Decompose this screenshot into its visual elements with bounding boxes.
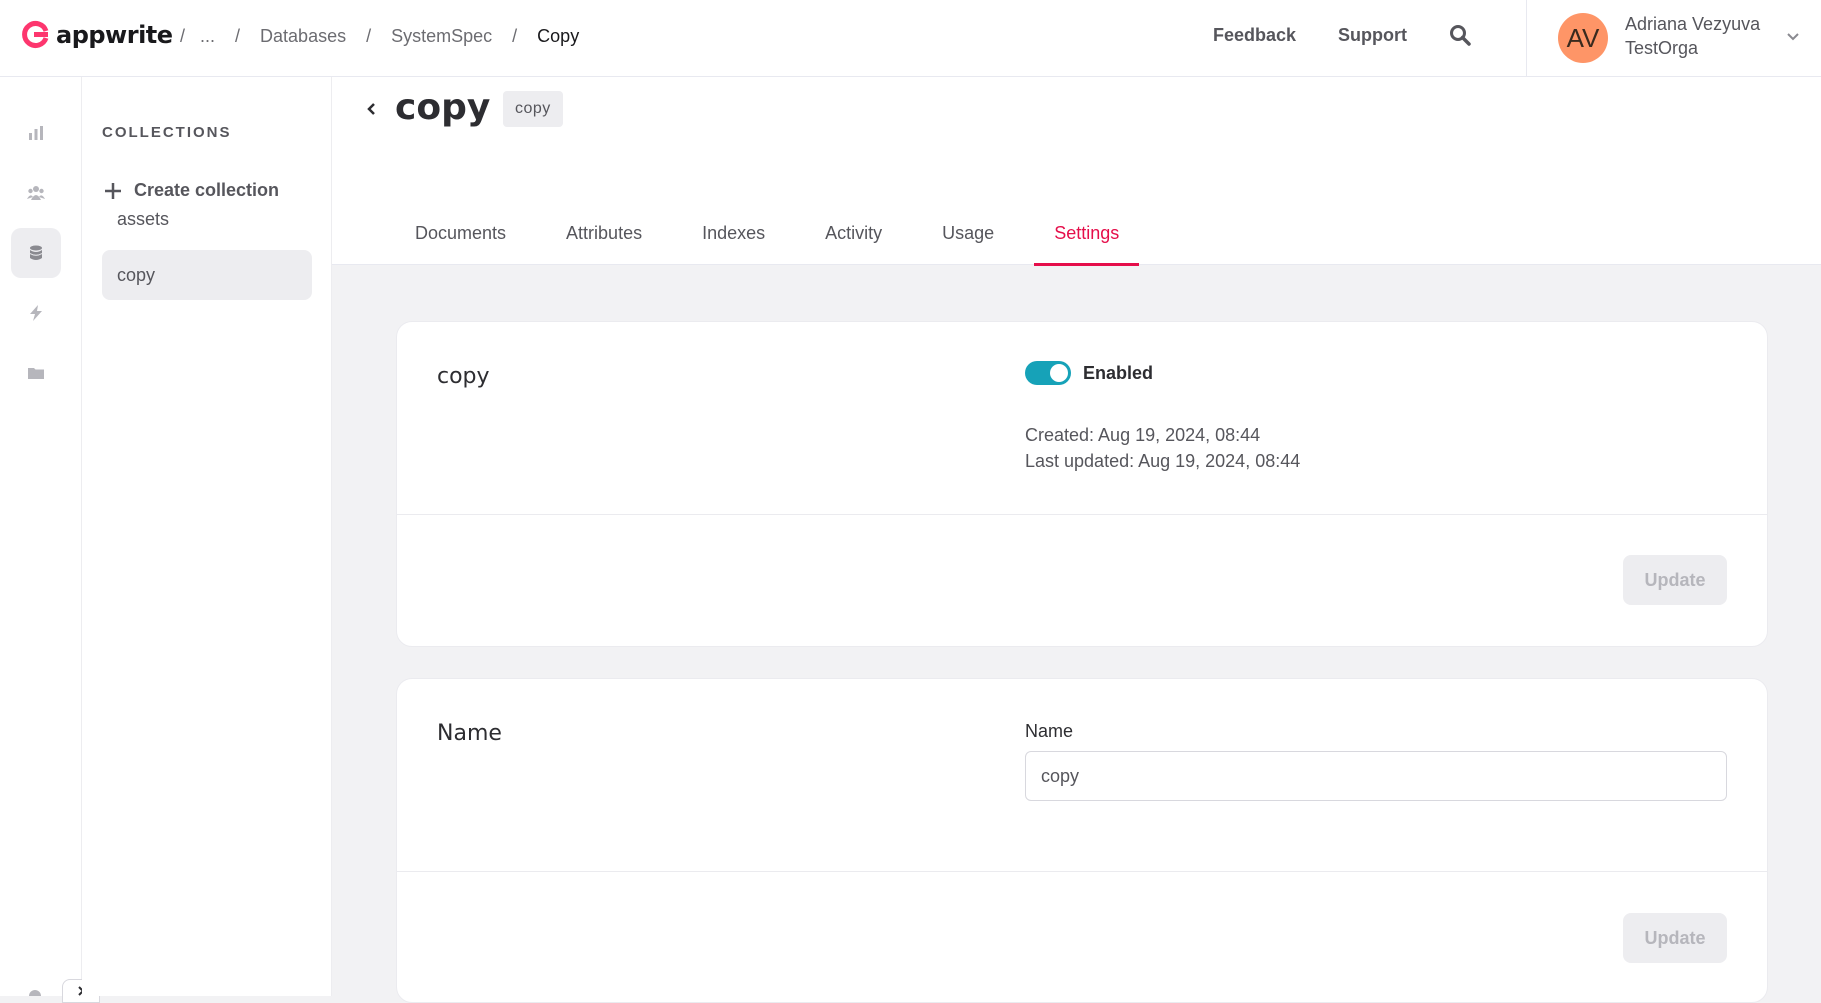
settings-icon[interactable]	[26, 986, 44, 996]
name-card: Name Name Update	[396, 678, 1768, 1003]
name-card-title: Name	[437, 721, 502, 746]
toggle-label: Enabled	[1083, 362, 1154, 383]
storage-icon	[28, 368, 44, 379]
rail-functions[interactable]	[11, 288, 61, 338]
update-status-button[interactable]: Update	[1623, 555, 1727, 605]
rail-storage[interactable]	[11, 348, 61, 398]
main-content: copy copy Documents Attributes Indexes A…	[332, 77, 1821, 1003]
support-link[interactable]: Support	[1338, 25, 1407, 46]
enabled-toggle[interactable]: Enabled	[1025, 361, 1153, 385]
logo-text: appwrite	[56, 21, 173, 49]
breadcrumb-ellipsis[interactable]: ...	[200, 26, 215, 47]
user-menu[interactable]: AV Adriana Vezyuva TestOrga	[1526, 0, 1821, 77]
avatar: AV	[1558, 13, 1608, 63]
appwrite-logo[interactable]: appwrite	[20, 20, 173, 50]
overview-icon	[29, 126, 43, 140]
top-links: Feedback Support	[1213, 24, 1471, 46]
breadcrumb-copy[interactable]: Copy	[537, 26, 579, 47]
rail-databases[interactable]	[11, 228, 61, 278]
user-name: Adriana Vezyuva	[1625, 14, 1761, 34]
collections-panel: COLLECTIONS Create collection assets cop…	[82, 77, 332, 996]
top-header: appwrite ... / Databases / SystemSpec / …	[0, 0, 1821, 77]
auth-icon	[27, 186, 45, 200]
breadcrumb: ... / Databases / SystemSpec / Copy	[200, 26, 580, 47]
page-header: copy copy Documents Attributes Indexes A…	[332, 77, 1821, 266]
status-card-footer: Update	[397, 514, 1767, 646]
updated-date: Last updated: Aug 19, 2024, 08:44	[1025, 451, 1301, 471]
icon-rail	[0, 77, 100, 1003]
created-date: Created: Aug 19, 2024, 08:44	[1025, 425, 1261, 445]
status-card: copy Enabled Created: Aug 19, 2024, 08:4…	[396, 321, 1768, 647]
tab-documents[interactable]: Documents	[392, 202, 526, 265]
update-name-button[interactable]: Update	[1623, 913, 1727, 963]
breadcrumb-databases[interactable]: Databases	[260, 26, 346, 47]
status-card-title: copy	[437, 364, 490, 389]
toggle-switch[interactable]	[1025, 361, 1071, 385]
name-input[interactable]	[1025, 751, 1727, 801]
collection-item-assets[interactable]: assets	[102, 194, 312, 244]
breadcrumb-systemspec[interactable]: SystemSpec	[391, 26, 492, 47]
rail-auth[interactable]	[11, 168, 61, 218]
tab-usage[interactable]: Usage	[922, 202, 1014, 265]
tab-indexes[interactable]: Indexes	[682, 202, 785, 265]
collection-id-tag[interactable]: copy	[503, 91, 563, 127]
tab-attributes[interactable]: Attributes	[546, 202, 662, 265]
tab-settings[interactable]: Settings	[1034, 202, 1140, 266]
tabs: Documents Attributes Indexes Activity Us…	[392, 202, 1159, 266]
page-title: copy	[395, 87, 491, 128]
feedback-link[interactable]: Feedback	[1213, 25, 1296, 46]
collection-item-copy[interactable]: copy	[102, 250, 312, 300]
functions-icon	[30, 305, 42, 321]
chevron-down-icon	[1787, 33, 1799, 41]
back-icon[interactable]	[362, 99, 382, 119]
name-field-label: Name	[1025, 721, 1074, 741]
databases-icon	[29, 245, 43, 260]
user-org: TestOrga	[1625, 38, 1699, 58]
tab-activity[interactable]: Activity	[805, 202, 902, 265]
collections-heading: COLLECTIONS	[102, 124, 232, 141]
rail-overview[interactable]	[11, 108, 61, 158]
search-icon[interactable]	[1449, 24, 1471, 46]
appwrite-logo-icon	[22, 21, 49, 48]
name-card-footer: Update	[397, 871, 1767, 1002]
